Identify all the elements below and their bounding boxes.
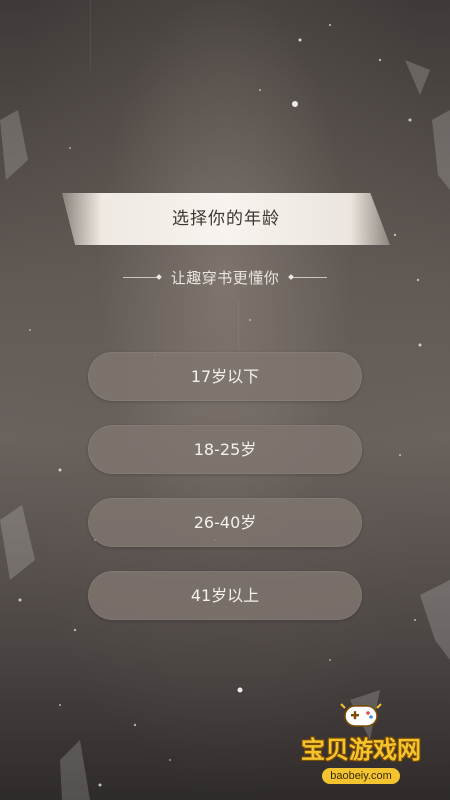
watermark-url: baobeiy.com <box>322 768 400 784</box>
age-option-26-40[interactable]: 26-40岁 <box>88 498 362 547</box>
subtitle-decoration-left <box>122 274 162 280</box>
subtitle-decoration-right <box>288 274 328 280</box>
age-option-over-41[interactable]: 41岁以上 <box>88 571 362 620</box>
subtitle-row: 让趣穿书更懂你 <box>0 264 450 290</box>
watermark: 宝贝游戏网 baobeiy.com <box>286 700 436 784</box>
age-selection-screen: 选择你的年龄 让趣穿书更懂你 17岁以下 18-25岁 26-40岁 41岁以上… <box>0 0 450 800</box>
page-title: 选择你的年龄 <box>172 209 280 229</box>
age-option-under-17[interactable]: 17岁以下 <box>88 352 362 401</box>
watermark-name: 宝贝游戏网 <box>301 736 421 764</box>
gamepad-icon <box>340 703 382 727</box>
page-subtitle: 让趣穿书更懂你 <box>170 268 280 287</box>
age-option-18-25[interactable]: 18-25岁 <box>88 425 362 474</box>
